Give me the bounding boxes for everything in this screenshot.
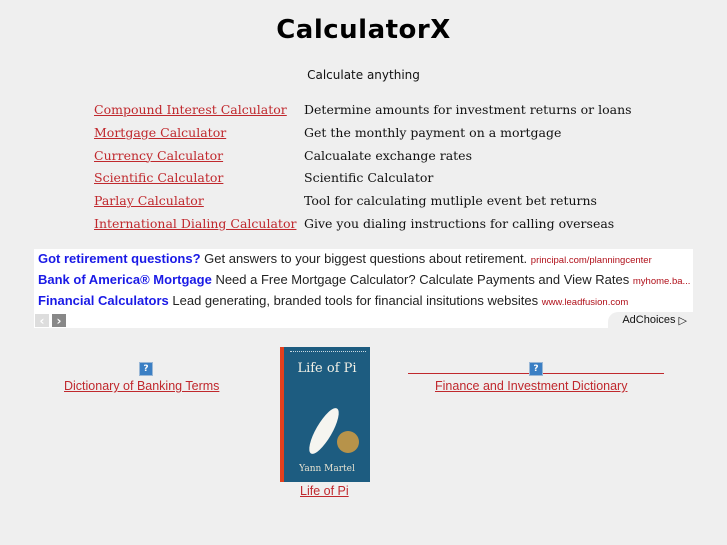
dictionary-of-banking-terms-link[interactable]: Dictionary of Banking Terms	[64, 379, 219, 393]
calculator-description: Scientific Calculator	[304, 170, 434, 186]
adchoices-icon: ▷	[678, 314, 687, 327]
calculator-description: Tool for calculating mutliple event bet …	[304, 193, 597, 209]
parlay-calculator-link[interactable]: Parlay Calculator	[94, 193, 204, 208]
help-icon[interactable]: ?	[529, 362, 543, 376]
compound-interest-calculator-link[interactable]: Compound Interest Calculator	[94, 102, 287, 117]
ad-prev-button[interactable]: ‹	[35, 313, 49, 328]
calculator-description: Get the monthly payment on a mortgage	[304, 124, 562, 140]
ad-panel: Got retirement questions? Get answers to…	[34, 249, 693, 328]
ad-url[interactable]: www.leadfusion.com	[542, 297, 629, 308]
calculator-description: Give you dialing instructions for callin…	[304, 215, 615, 231]
book-cover-author: Yann Martel	[299, 464, 355, 474]
ad-title[interactable]: Bank of America® Mortgage	[38, 272, 212, 287]
book-cover-image[interactable]: Life of Pi Yann Martel	[280, 347, 370, 482]
site-title: CalculatorX	[276, 15, 451, 45]
ad-title[interactable]: Got retirement questions?	[38, 251, 201, 266]
ad-title[interactable]: Financial Calculators	[38, 293, 169, 308]
life-of-pi-link[interactable]: Life of Pi	[300, 484, 349, 498]
adchoices-label: AdChoices	[622, 314, 676, 326]
international-dialing-calculator-link[interactable]: International Dialing Calculator	[94, 216, 296, 231]
scientific-calculator-link[interactable]: Scientific Calculator	[94, 170, 223, 185]
ad-next-button[interactable]: ›	[52, 313, 66, 328]
adchoices-button[interactable]: AdChoices ▷	[608, 312, 693, 328]
chevron-left-icon: ‹	[39, 313, 45, 328]
site-subtitle: Calculate anything	[307, 68, 420, 82]
ad-text: Need a Free Mortgage Calculator? Calcula…	[215, 272, 630, 287]
ad-text: Lead generating, branded tools for finan…	[172, 293, 539, 308]
book-cover-tagline	[290, 351, 366, 356]
ad-url[interactable]: myhome.ba...	[633, 276, 691, 287]
finance-and-investment-dictionary-link[interactable]: Finance and Investment Dictionary	[435, 379, 627, 393]
boat-illustration	[304, 404, 344, 458]
help-icon[interactable]: ?	[139, 362, 153, 376]
ad-item[interactable]: Bank of America® Mortgage Need a Free Mo…	[38, 272, 690, 287]
ad-url[interactable]: principal.com/planningcenter	[531, 255, 652, 266]
ad-text: Get answers to your biggest questions ab…	[204, 251, 528, 266]
book-cover-title: Life of Pi	[297, 361, 357, 376]
ad-item[interactable]: Financial Calculators Lead generating, b…	[38, 293, 628, 308]
chevron-right-icon: ›	[56, 313, 62, 328]
mortgage-calculator-link[interactable]: Mortgage Calculator	[94, 125, 226, 140]
award-seal-icon	[337, 431, 359, 453]
ad-item[interactable]: Got retirement questions? Get answers to…	[38, 251, 652, 266]
calculator-description: Calcualate exchange rates	[304, 147, 472, 163]
calculator-description: Determine amounts for investment returns…	[304, 102, 632, 117]
currency-calculator-link[interactable]: Currency Calculator	[94, 148, 223, 163]
